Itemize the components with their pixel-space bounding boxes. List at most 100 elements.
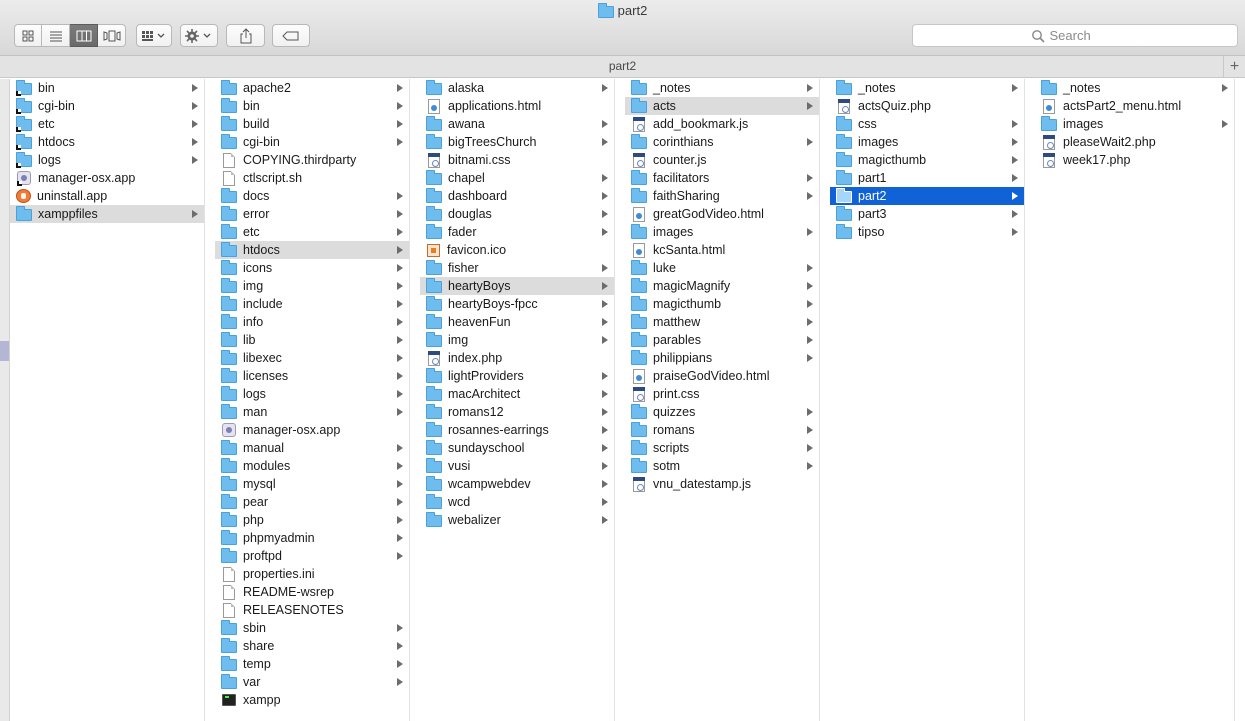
- coverflow-view-button[interactable]: [98, 24, 126, 47]
- folder-item[interactable]: _notes: [830, 79, 1024, 97]
- folder-item[interactable]: php: [215, 511, 409, 529]
- folder-item[interactable]: chapel: [420, 169, 614, 187]
- folder-item[interactable]: parables: [625, 331, 819, 349]
- folder-item[interactable]: acts: [625, 97, 819, 115]
- folder-item[interactable]: manual: [215, 439, 409, 457]
- file-item[interactable]: print.css: [625, 385, 819, 403]
- file-item[interactable]: applications.html: [420, 97, 614, 115]
- folder-item[interactable]: facilitators: [625, 169, 819, 187]
- folder-item[interactable]: logs: [215, 385, 409, 403]
- browser-column-6[interactable]: _notes actsPart2_menu.html images pleaseWai…: [1035, 79, 1235, 721]
- folder-item[interactable]: share: [215, 637, 409, 655]
- folder-item[interactable]: build: [215, 115, 409, 133]
- folder-item[interactable]: img: [420, 331, 614, 349]
- folder-item[interactable]: xamppfiles: [10, 205, 204, 223]
- folder-item[interactable]: sundayschool: [420, 439, 614, 457]
- search-input[interactable]: [1049, 28, 1120, 43]
- folder-item[interactable]: css: [830, 115, 1024, 133]
- file-item[interactable]: actsQuiz.php: [830, 97, 1024, 115]
- action-button[interactable]: [180, 24, 218, 47]
- folder-item[interactable]: icons: [215, 259, 409, 277]
- folder-item[interactable]: _notes: [625, 79, 819, 97]
- folder-item[interactable]: bigTreesChurch: [420, 133, 614, 151]
- folder-item[interactable]: part1: [830, 169, 1024, 187]
- file-item[interactable]: manager-osx.app: [215, 421, 409, 439]
- folder-item[interactable]: tipso: [830, 223, 1024, 241]
- folder-item[interactable]: magicthumb: [625, 295, 819, 313]
- folder-item[interactable]: part3: [830, 205, 1024, 223]
- folder-item[interactable]: licenses: [215, 367, 409, 385]
- folder-item[interactable]: logs: [10, 151, 204, 169]
- folder-item[interactable]: images: [625, 223, 819, 241]
- folder-item[interactable]: pear: [215, 493, 409, 511]
- file-item[interactable]: add_bookmark.js: [625, 115, 819, 133]
- folder-item[interactable]: proftpd: [215, 547, 409, 565]
- folder-item[interactable]: vusi: [420, 457, 614, 475]
- folder-item[interactable]: magicthumb: [830, 151, 1024, 169]
- folder-item[interactable]: htdocs: [215, 241, 409, 259]
- column-view-button[interactable]: [70, 24, 98, 47]
- folder-item[interactable]: macArchitect: [420, 385, 614, 403]
- folder-item[interactable]: error: [215, 205, 409, 223]
- list-view-button[interactable]: [42, 24, 70, 47]
- folder-item[interactable]: temp: [215, 655, 409, 673]
- folder-item[interactable]: magicMagnify: [625, 277, 819, 295]
- file-item[interactable]: greatGodVideo.html: [625, 205, 819, 223]
- folder-item[interactable]: etc: [215, 223, 409, 241]
- folder-item[interactable]: sbin: [215, 619, 409, 637]
- folder-item[interactable]: apache2: [215, 79, 409, 97]
- folder-item[interactable]: philippians: [625, 349, 819, 367]
- folder-item[interactable]: part2: [830, 187, 1024, 205]
- folder-item[interactable]: info: [215, 313, 409, 331]
- folder-item[interactable]: cgi-bin: [10, 97, 204, 115]
- folder-item[interactable]: libexec: [215, 349, 409, 367]
- file-item[interactable]: pleaseWait2.php: [1035, 133, 1234, 151]
- file-item[interactable]: RELEASENOTES: [215, 601, 409, 619]
- file-item[interactable]: manager-osx.app: [10, 169, 204, 187]
- folder-item[interactable]: matthew: [625, 313, 819, 331]
- file-item[interactable]: bitnami.css: [420, 151, 614, 169]
- folder-item[interactable]: sotm: [625, 457, 819, 475]
- folder-item[interactable]: dashboard: [420, 187, 614, 205]
- folder-item[interactable]: fader: [420, 223, 614, 241]
- folder-item[interactable]: htdocs: [10, 133, 204, 151]
- folder-item[interactable]: bin: [10, 79, 204, 97]
- folder-item[interactable]: awana: [420, 115, 614, 133]
- folder-item[interactable]: img: [215, 277, 409, 295]
- folder-item[interactable]: heartyBoys: [420, 277, 614, 295]
- folder-item[interactable]: heavenFun: [420, 313, 614, 331]
- folder-item[interactable]: faithSharing: [625, 187, 819, 205]
- folder-item[interactable]: _notes: [1035, 79, 1234, 97]
- file-item[interactable]: favicon.ico: [420, 241, 614, 259]
- folder-item[interactable]: corinthians: [625, 133, 819, 151]
- folder-item[interactable]: heartyBoys-fpcc: [420, 295, 614, 313]
- folder-item[interactable]: cgi-bin: [215, 133, 409, 151]
- file-item[interactable]: praiseGodVideo.html: [625, 367, 819, 385]
- browser-column-3[interactable]: alaska applications.html awana bigTreesChur…: [420, 79, 615, 721]
- browser-column-1[interactable]: bin cgi-bin etc htdocs logs manager-osx.app un…: [10, 79, 205, 721]
- folder-item[interactable]: phpmyadmin: [215, 529, 409, 547]
- folder-item[interactable]: wcampwebdev: [420, 475, 614, 493]
- folder-item[interactable]: quizzes: [625, 403, 819, 421]
- file-item[interactable]: properties.ini: [215, 565, 409, 583]
- folder-item[interactable]: lightProviders: [420, 367, 614, 385]
- file-item[interactable]: uninstall.app: [10, 187, 204, 205]
- icon-view-button[interactable]: [14, 24, 42, 47]
- folder-item[interactable]: etc: [10, 115, 204, 133]
- folder-item[interactable]: include: [215, 295, 409, 313]
- file-item[interactable]: vnu_datestamp.js: [625, 475, 819, 493]
- folder-item[interactable]: bin: [215, 97, 409, 115]
- folder-item[interactable]: man: [215, 403, 409, 421]
- folder-item[interactable]: luke: [625, 259, 819, 277]
- new-tab-button[interactable]: +: [1223, 56, 1245, 78]
- file-item[interactable]: xampp: [215, 691, 409, 709]
- folder-item[interactable]: docs: [215, 187, 409, 205]
- file-item[interactable]: kcSanta.html: [625, 241, 819, 259]
- share-button[interactable]: [226, 24, 265, 47]
- folder-item[interactable]: romans: [625, 421, 819, 439]
- browser-column-4[interactable]: _notes acts add_bookmark.js corinthians coun…: [625, 79, 820, 721]
- folder-item[interactable]: romans12: [420, 403, 614, 421]
- file-item[interactable]: index.php: [420, 349, 614, 367]
- browser-column-5[interactable]: _notes actsQuiz.php css images magicthumb par…: [830, 79, 1025, 721]
- folder-item[interactable]: images: [1035, 115, 1234, 133]
